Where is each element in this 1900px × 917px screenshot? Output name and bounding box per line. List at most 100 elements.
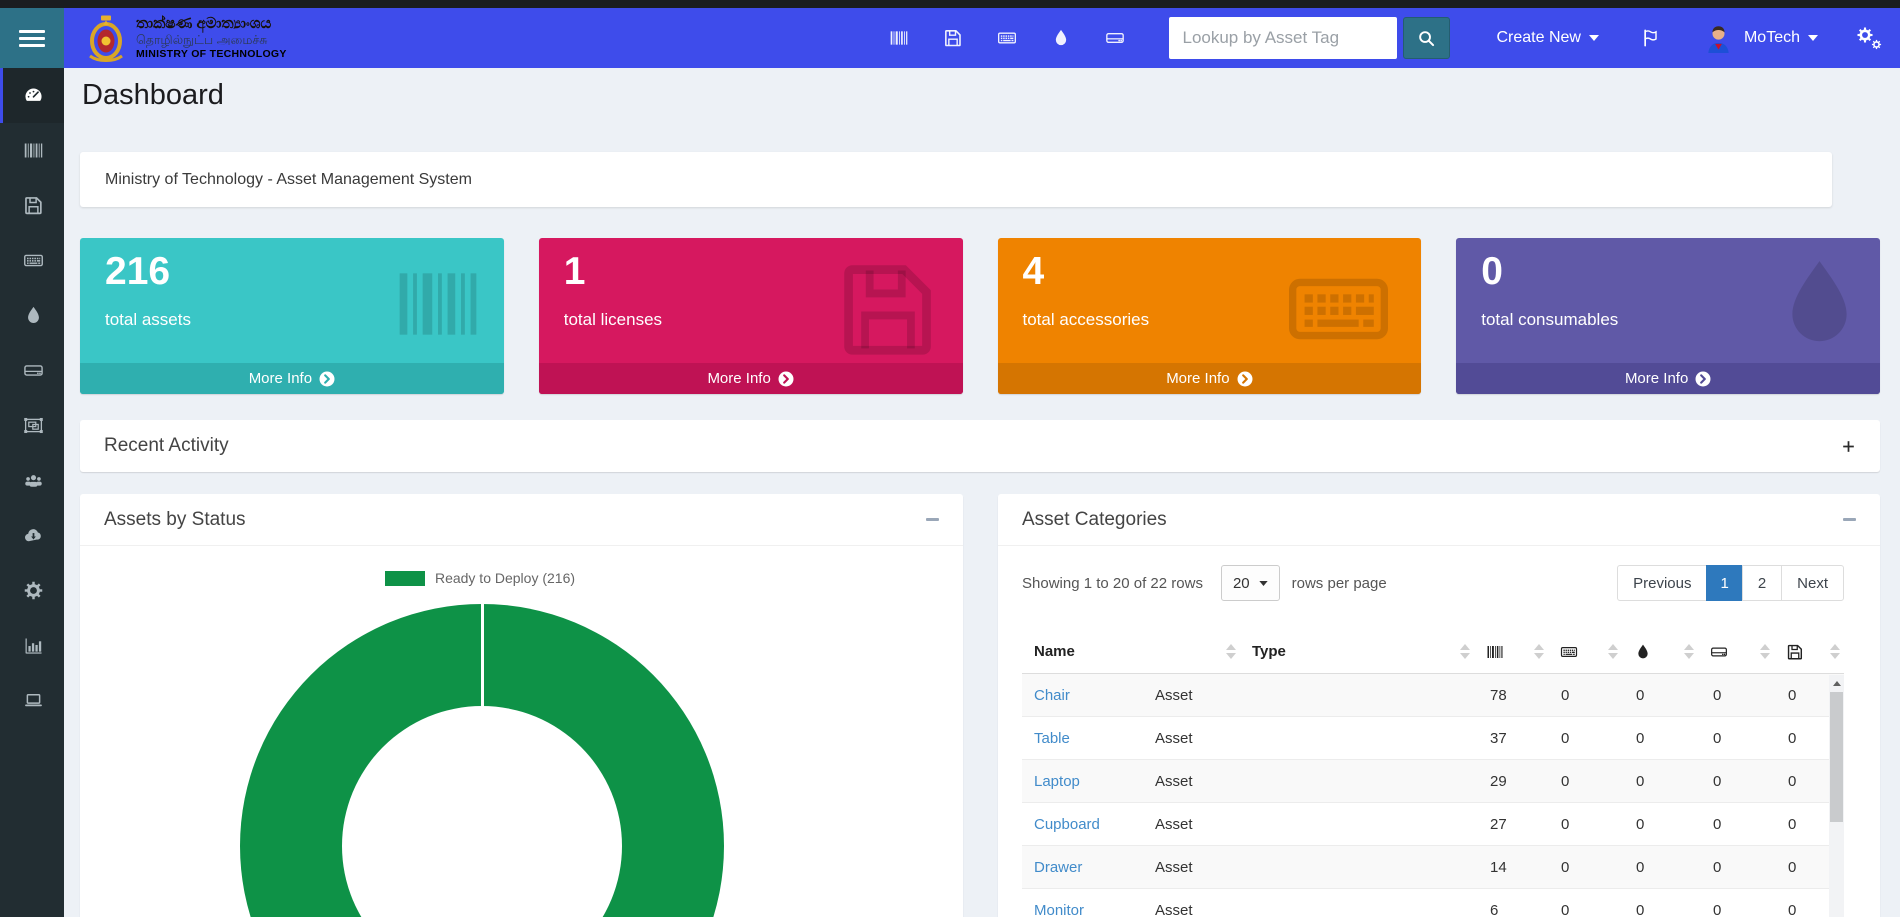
sidebar bbox=[0, 68, 64, 917]
sidebar-item-consumables[interactable] bbox=[0, 288, 64, 343]
sort-icon bbox=[1684, 644, 1694, 659]
keyboard-icon bbox=[1276, 254, 1401, 364]
cell-assets-count: 6 bbox=[1486, 889, 1557, 917]
category-link[interactable]: Chair bbox=[1034, 687, 1070, 704]
barcode-icon bbox=[392, 248, 484, 360]
search-input[interactable] bbox=[1169, 17, 1397, 59]
pagination-page-2-button[interactable]: 2 bbox=[1742, 565, 1782, 601]
asset-categories-table: Name Type bbox=[1022, 630, 1844, 917]
window-top-strip bbox=[0, 0, 1900, 8]
keyboard-icon bbox=[23, 250, 44, 271]
sidebar-item-accessories[interactable] bbox=[0, 233, 64, 288]
table-row: Drawer Asset 14 0 0 0 0 bbox=[1022, 846, 1844, 889]
user-menu[interactable]: MoTech bbox=[1744, 29, 1818, 47]
floppy-icon[interactable] bbox=[943, 28, 963, 48]
pagination-previous-button[interactable]: Previous bbox=[1617, 565, 1707, 601]
username-label: MoTech bbox=[1744, 29, 1800, 47]
asset-tag-search bbox=[1169, 17, 1450, 59]
table-scrollbar[interactable] bbox=[1829, 675, 1844, 917]
category-link[interactable]: Drawer bbox=[1034, 859, 1082, 876]
object-group-icon bbox=[23, 415, 44, 436]
table-row: Cupboard Asset 27 0 0 0 0 bbox=[1022, 803, 1844, 846]
summary-info-boxes: 216 total assets More Info 1 total licen… bbox=[80, 238, 1880, 394]
sidebar-item-import[interactable] bbox=[0, 508, 64, 563]
collapse-panel-button[interactable] bbox=[1843, 518, 1856, 521]
category-link[interactable]: Laptop bbox=[1034, 773, 1080, 790]
column-header-accessories[interactable] bbox=[1548, 630, 1622, 673]
sort-icon bbox=[1608, 644, 1618, 659]
pagination-next-button[interactable]: Next bbox=[1781, 565, 1844, 601]
create-new-menu[interactable]: Create New bbox=[1496, 29, 1598, 47]
sort-icon bbox=[1226, 644, 1236, 659]
arrow-circle-right-icon bbox=[1695, 371, 1711, 387]
cell-consumables-count: 0 bbox=[1632, 803, 1709, 846]
category-link[interactable]: Table bbox=[1034, 730, 1070, 747]
more-info-link-assets[interactable]: More Info bbox=[80, 363, 504, 394]
table-toolbar: Showing 1 to 20 of 22 rows 20 rows per p… bbox=[1022, 565, 1844, 601]
avatar[interactable] bbox=[1703, 23, 1734, 54]
barcode-icon[interactable] bbox=[889, 28, 909, 48]
hdd-icon bbox=[1710, 643, 1728, 661]
column-header-name[interactable]: Name bbox=[1022, 630, 1240, 673]
scroll-up-button[interactable] bbox=[1829, 675, 1844, 691]
sidebar-item-licenses[interactable] bbox=[0, 178, 64, 233]
flag-icon bbox=[1641, 28, 1661, 48]
sidebar-item-reports[interactable] bbox=[0, 618, 64, 673]
cell-type: Asset bbox=[1143, 674, 1486, 717]
tint-icon[interactable] bbox=[1051, 28, 1071, 48]
column-header-type[interactable]: Type bbox=[1240, 630, 1474, 673]
chart-legend-item[interactable]: Ready to Deploy (216) bbox=[80, 546, 880, 586]
more-info-link-consumables[interactable]: More Info bbox=[1456, 363, 1880, 394]
admin-settings-button[interactable] bbox=[1856, 26, 1882, 50]
cell-accessories-count: 0 bbox=[1557, 846, 1632, 889]
arrow-circle-right-icon bbox=[778, 371, 794, 387]
sidebar-item-components[interactable] bbox=[0, 343, 64, 398]
category-link[interactable]: Cupboard bbox=[1034, 816, 1100, 833]
pagination-page-1-button[interactable]: 1 bbox=[1706, 565, 1742, 601]
cell-accessories-count: 0 bbox=[1557, 803, 1632, 846]
column-header-consumables[interactable] bbox=[1622, 630, 1698, 673]
scrollbar-thumb[interactable] bbox=[1830, 692, 1843, 822]
column-header-licenses[interactable] bbox=[1774, 630, 1844, 673]
sidebar-item-assets[interactable] bbox=[0, 123, 64, 178]
column-header-components[interactable] bbox=[1698, 630, 1774, 673]
collapse-panel-button[interactable] bbox=[926, 518, 939, 521]
motd-banner: Ministry of Technology - Asset Managemen… bbox=[80, 152, 1832, 207]
hdd-icon bbox=[23, 360, 44, 381]
sidebar-item-settings[interactable] bbox=[0, 563, 64, 618]
sidebar-toggle-button[interactable] bbox=[0, 8, 64, 68]
page-title: Dashboard bbox=[82, 78, 1880, 112]
content-area: Dashboard Ministry of Technology - Asset… bbox=[64, 68, 1900, 917]
cell-type: Asset bbox=[1143, 760, 1486, 803]
keyboard-icon[interactable] bbox=[997, 28, 1017, 48]
more-info-link-accessories[interactable]: More Info bbox=[998, 363, 1422, 394]
search-button[interactable] bbox=[1403, 17, 1450, 59]
category-link[interactable]: Monitor bbox=[1034, 902, 1084, 917]
cell-assets-count: 29 bbox=[1486, 760, 1557, 803]
motd-text: Ministry of Technology - Asset Managemen… bbox=[105, 171, 472, 189]
cell-consumables-count: 0 bbox=[1632, 717, 1709, 760]
tint-icon bbox=[23, 305, 44, 326]
sort-icon bbox=[1830, 644, 1840, 659]
expand-panel-button[interactable] bbox=[1841, 439, 1856, 454]
sort-icon bbox=[1460, 644, 1470, 659]
sidebar-item-dashboard[interactable] bbox=[0, 68, 64, 123]
sidebar-item-predefined-kits[interactable] bbox=[0, 398, 64, 453]
info-box-total-consumables: 0 total consumables More Info bbox=[1456, 238, 1880, 394]
table-row: Laptop Asset 29 0 0 0 0 bbox=[1022, 760, 1844, 803]
sidebar-item-requestable[interactable] bbox=[0, 673, 64, 728]
app-logo[interactable]: තාක්ෂණ අමාත්‍යාංශය தொழில்நுட்ப அமைச்சு M… bbox=[86, 14, 287, 62]
assets-by-status-title: Assets by Status bbox=[104, 509, 246, 531]
flag-menu[interactable] bbox=[1641, 28, 1661, 48]
showing-rows-text: Showing 1 to 20 of 22 rows bbox=[1022, 575, 1203, 592]
more-info-link-licenses[interactable]: More Info bbox=[539, 363, 963, 394]
assets-by-status-panel: Assets by Status Ready to Deploy (216) bbox=[80, 494, 963, 917]
hdd-icon[interactable] bbox=[1105, 28, 1125, 48]
cell-accessories-count: 0 bbox=[1557, 674, 1632, 717]
column-header-assets[interactable] bbox=[1474, 630, 1548, 673]
rows-per-page-select[interactable]: 20 bbox=[1221, 565, 1280, 601]
recent-activity-panel: Recent Activity bbox=[80, 420, 1880, 472]
legend-swatch bbox=[385, 571, 425, 586]
sidebar-item-people[interactable] bbox=[0, 453, 64, 508]
top-navbar: තාක්ෂණ අමාත්‍යාංශය தொழில்நுட்ப அமைச்சு M… bbox=[0, 8, 1900, 68]
